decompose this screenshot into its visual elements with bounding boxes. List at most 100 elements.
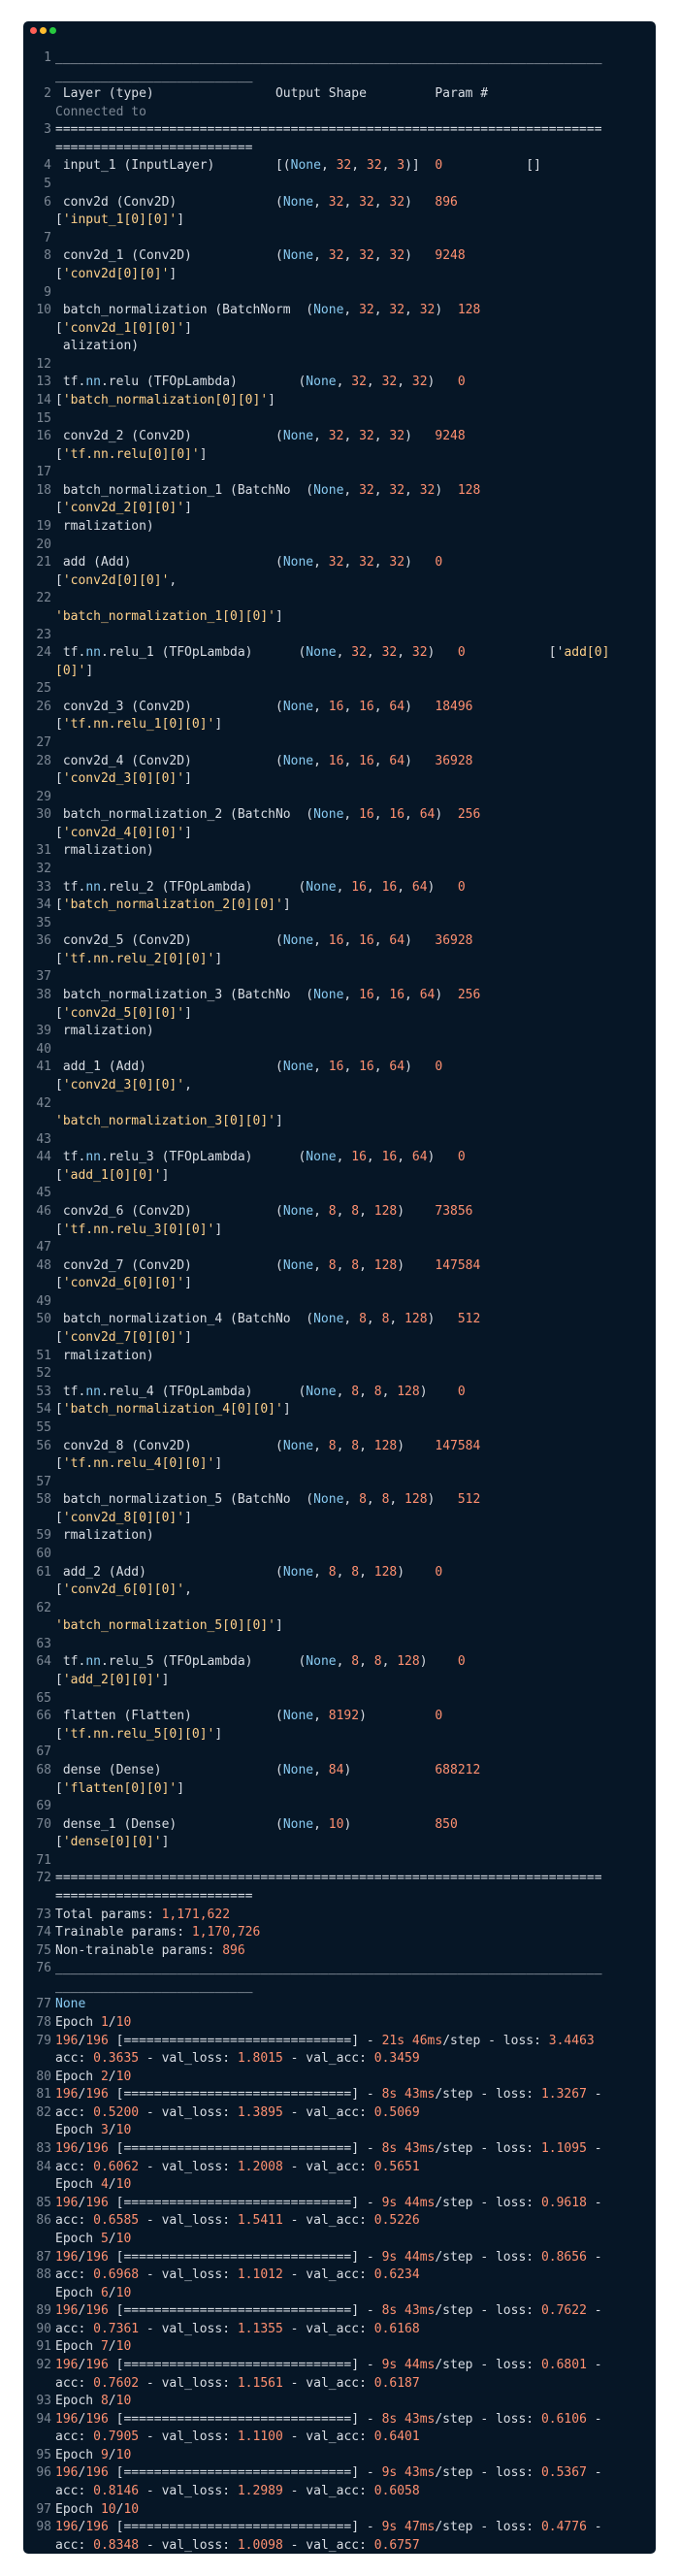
- window-titlebar: [23, 21, 656, 39]
- code-token: acc:: [55, 2051, 94, 2067]
- code-token: 32: [411, 645, 428, 661]
- code-token: [: [55, 392, 63, 408]
- code-token: 9248: [435, 429, 466, 444]
- line-number: 22: [36, 591, 51, 606]
- code-token: 32: [359, 555, 374, 571]
- code-token: 'conv2d_4[0][0]': [62, 825, 185, 840]
- code-line: 61 add_2 (Add) (None, 8, 8, 128) 0: [28, 1564, 654, 1582]
- code-token: acc:: [55, 2104, 94, 2120]
- code-token: ,: [373, 933, 390, 949]
- code-line: 90 acc: 0.7361 - val_loss: 1.1355 - val_a…: [28, 2321, 654, 2339]
- code-token: 32: [389, 303, 405, 318]
- code-token: /: [108, 2015, 116, 2031]
- line-number: 20: [36, 537, 51, 552]
- code-token: - val_acc:: [282, 2104, 374, 2120]
- code-token: ): [427, 1150, 458, 1165]
- code-token: ]: [282, 897, 291, 913]
- code-line: ['add_1[0][0]']: [28, 1167, 654, 1186]
- code-token: - val_loss:: [139, 2159, 238, 2174]
- code-token: ): [427, 375, 458, 390]
- code-token: None: [313, 1312, 344, 1327]
- code-token: 'conv2d_3[0][0]': [62, 1077, 185, 1092]
- code-token: /: [108, 2123, 116, 2138]
- code-token: 32: [419, 482, 436, 498]
- code-token: ): [404, 1060, 436, 1075]
- code-token: ]: [184, 1510, 192, 1525]
- code-token: 18496: [435, 699, 473, 714]
- code-line: 77 None: [28, 1996, 654, 2014]
- code-line: 3 =======================================…: [28, 121, 654, 140]
- code-token: ]: [161, 1167, 170, 1183]
- maximize-window-icon[interactable]: [49, 27, 56, 34]
- code-token: ]: [282, 1402, 291, 1418]
- code-line: 54 ['batch_normalization_4[0][0]']: [28, 1401, 654, 1419]
- code-token: ,: [313, 555, 329, 571]
- code-token: conv2d_1 (Conv2D) (: [55, 248, 283, 264]
- line-number: 31: [36, 843, 51, 859]
- code-token: [: [55, 825, 63, 840]
- code-token: 10: [115, 2069, 132, 2084]
- code-token: acc:: [55, 2321, 94, 2336]
- code-token: 128: [404, 1492, 428, 1508]
- code-token: rmalization): [55, 1528, 154, 1544]
- code-token: 32: [381, 645, 398, 661]
- code-token: 32: [328, 429, 344, 444]
- code-token: conv2d_5 (Conv2D) (: [55, 933, 283, 949]
- code-token: batch_normalization (BatchNorm (: [55, 303, 314, 318]
- code-token: 1.1561: [237, 2375, 283, 2391]
- code-token: ,: [343, 699, 360, 714]
- code-token: 0: [435, 1564, 443, 1580]
- code-token: ): [404, 933, 436, 949]
- code-line: 66 flatten (Flatten) (None, 8192) 0: [28, 1708, 654, 1726]
- code-token: nn: [85, 1654, 101, 1670]
- code-line: 36 conv2d_5 (Conv2D) (None, 16, 16, 64) …: [28, 932, 654, 951]
- code-token: - val_acc:: [282, 2051, 374, 2067]
- code-token: tf.: [55, 1384, 86, 1399]
- line-number: 54: [36, 1402, 51, 1418]
- code-token: [0]': [55, 663, 86, 678]
- code-token: 0.6757: [373, 2537, 420, 2553]
- code-line: 1 _______________________________________…: [28, 49, 654, 68]
- line-number: 60: [36, 1546, 51, 1561]
- code-token: ]: [199, 446, 208, 462]
- code-line: acc: 0.7602 - val_loss: 1.1561 - val_acc…: [28, 2375, 654, 2394]
- code-line: 39 rmalization): [28, 1023, 654, 1041]
- code-token: - val_loss:: [139, 2267, 238, 2283]
- line-number: 10: [36, 303, 51, 318]
- code-token: ,: [343, 1492, 360, 1508]
- code-token: 8s: [381, 2411, 398, 2427]
- code-token: ,: [336, 1257, 352, 1273]
- code-token: ]: [214, 1456, 223, 1472]
- code-line: 63: [28, 1636, 654, 1654]
- code-token: 32: [359, 194, 374, 210]
- code-token: ,: [313, 753, 329, 768]
- code-token: conv2d_3 (Conv2D) (: [55, 699, 283, 714]
- code-token: [: [55, 1167, 63, 1183]
- line-number: 82: [36, 2104, 51, 2120]
- code-token: 0.5651: [373, 2159, 420, 2174]
- code-token: [==============================] -: [108, 2249, 382, 2265]
- code-token: 196: [85, 2465, 109, 2481]
- line-number: 66: [36, 1709, 51, 1724]
- code-token: ): [435, 988, 458, 1003]
- code-token: 3: [100, 2123, 109, 2138]
- code-token: -: [586, 2195, 602, 2210]
- code-token: 64: [389, 699, 405, 714]
- code-line: 58 batch_normalization_5 (BatchNo (None,…: [28, 1491, 654, 1510]
- code-token: ): [343, 1762, 436, 1777]
- code-token: 64: [389, 1060, 405, 1075]
- code-token: __________________________: [55, 1978, 253, 1994]
- code-token: - val_acc:: [282, 2375, 374, 2391]
- code-token: 73856: [435, 1204, 473, 1219]
- code-token: ,: [336, 1654, 352, 1670]
- code-token: 196: [85, 2249, 109, 2265]
- line-number: 77: [36, 1997, 51, 2012]
- minimize-window-icon[interactable]: [40, 27, 47, 34]
- close-window-icon[interactable]: [30, 27, 37, 34]
- code-token: 8: [351, 1257, 360, 1273]
- code-token: 32: [328, 248, 344, 264]
- code-token: 196: [55, 2249, 79, 2265]
- line-number: 34: [36, 897, 51, 913]
- code-token: [: [55, 1077, 63, 1092]
- code-token: 64: [419, 988, 436, 1003]
